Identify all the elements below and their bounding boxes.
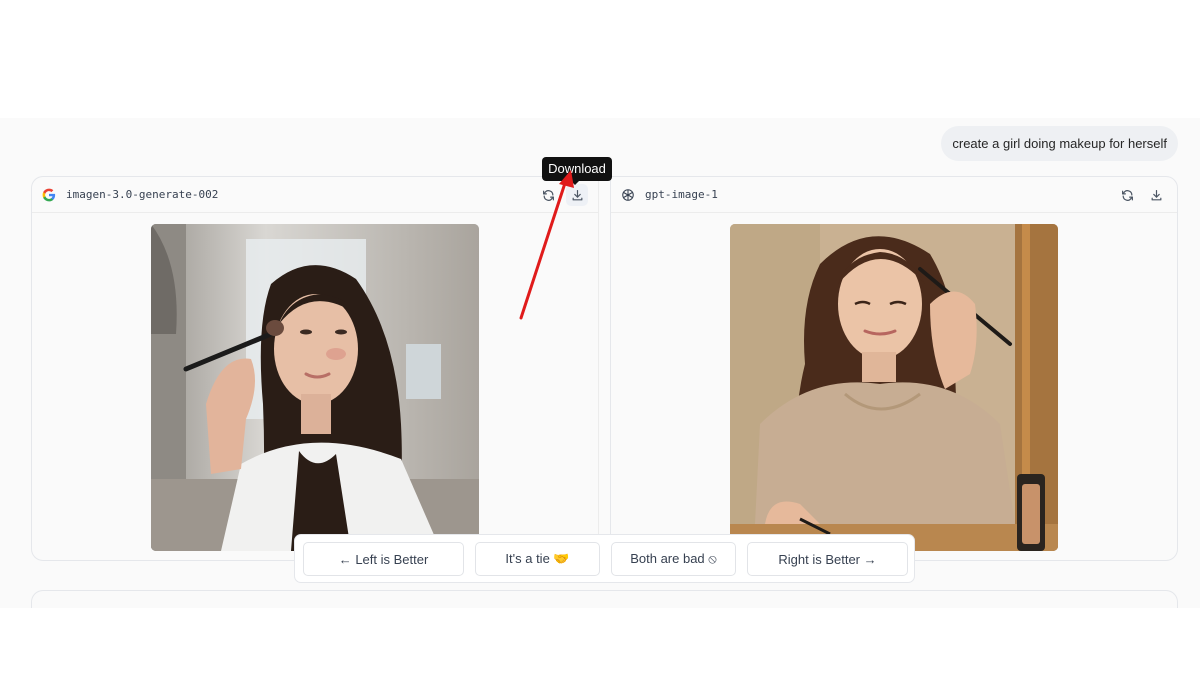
- right-generated-image[interactable]: [730, 224, 1058, 551]
- right-panel-header: gpt-image-1: [611, 177, 1177, 213]
- right-model-name: gpt-image-1: [645, 188, 718, 201]
- right-model-panel: gpt-image-1: [610, 176, 1178, 561]
- left-regenerate-button[interactable]: [537, 184, 559, 206]
- right-is-better-button[interactable]: Right is Better →: [747, 542, 908, 576]
- right-regenerate-button[interactable]: [1116, 184, 1138, 206]
- vote-bar: ← Left is Better It's a tie 🤝 Both are b…: [294, 534, 915, 583]
- page-bottom-area: [0, 608, 1200, 675]
- left-generated-image[interactable]: [151, 224, 479, 551]
- download-icon: [572, 189, 582, 200]
- tooltip-arrow: [570, 180, 580, 185]
- download-icon: [1151, 189, 1161, 200]
- left-download-button[interactable]: [566, 184, 588, 206]
- right-download-button[interactable]: [1145, 184, 1167, 206]
- screenshot-canvas: create a girl doing makeup for herself i…: [0, 0, 1200, 675]
- left-model-name: imagen-3.0-generate-002: [66, 188, 219, 201]
- refresh-icon: [1121, 189, 1133, 201]
- user-prompt-bubble: create a girl doing makeup for herself: [941, 126, 1178, 161]
- left-is-better-button[interactable]: ← Left is Better: [303, 542, 464, 576]
- left-model-panel: imagen-3.0-generate-002: [31, 176, 599, 561]
- refresh-icon: [542, 189, 554, 201]
- left-panel-header: imagen-3.0-generate-002: [32, 177, 598, 213]
- google-g-icon: [42, 188, 56, 202]
- download-tooltip: Download: [542, 157, 612, 181]
- left-image-illustration: [151, 224, 479, 551]
- right-image-illustration: [730, 224, 1058, 551]
- openai-logo-icon: [621, 188, 635, 202]
- both-bad-button[interactable]: Both are bad ⦸: [611, 542, 736, 576]
- tie-button[interactable]: It's a tie 🤝: [475, 542, 600, 576]
